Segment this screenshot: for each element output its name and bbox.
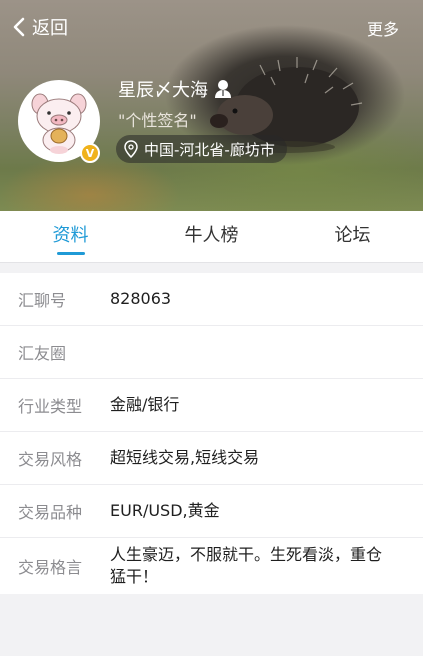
info-row-industry: 行业类型 金融/银行 xyxy=(0,379,423,432)
info-row-trade-style: 交易风格 超短线交易,短线交易 xyxy=(0,432,423,485)
info-label: 交易品种 xyxy=(18,503,83,522)
user-icon xyxy=(215,80,231,98)
more-button[interactable]: 更多 xyxy=(367,16,399,40)
location-text: 中国-河北省-廊坊市 xyxy=(144,140,275,159)
signature: "个性签名" xyxy=(118,111,197,130)
info-label: 汇友圈 xyxy=(18,344,67,363)
username-row: 星辰〆大海 xyxy=(118,76,232,102)
chevron-left-icon xyxy=(13,17,25,37)
tab-ranking[interactable]: 牛人榜 xyxy=(141,211,282,262)
info-row-friends-circle[interactable]: 汇友圈 xyxy=(0,326,423,379)
info-row-id: 汇聊号 828063 xyxy=(0,273,423,326)
username: 星辰〆大海 xyxy=(118,80,208,101)
info-value: 超短线交易,短线交易 xyxy=(110,448,260,467)
tab-bar: 资料 牛人榜 论坛 xyxy=(0,211,423,263)
profile-info-list: 汇聊号 828063 汇友圈 行业类型 金融/银行 交易风格 超短线交易,短线交… xyxy=(0,273,423,594)
info-label: 交易风格 xyxy=(18,450,83,469)
info-label: 交易格言 xyxy=(18,557,83,577)
tab-profile[interactable]: 资料 xyxy=(0,211,141,262)
location-pin-icon xyxy=(124,140,138,158)
info-value: 828063 xyxy=(110,289,172,308)
info-label: 汇聊号 xyxy=(18,291,67,310)
info-value: 人生豪迈，不服就干。生死看淡，重仓猛干！ xyxy=(110,544,383,586)
info-value: EUR/USD,黄金 xyxy=(110,501,220,520)
info-value: 金融/银行 xyxy=(110,395,180,414)
info-row-trade-instruments: 交易品种 EUR/USD,黄金 xyxy=(0,485,423,538)
profile-header: 返回 更多 V 星辰〆大海 "个性签名" 中国-河北省-廊坊市 xyxy=(0,0,423,211)
verified-badge: V xyxy=(80,143,100,163)
info-row-trade-motto: 交易格言 人生豪迈，不服就干。生死看淡，重仓猛干！ xyxy=(0,538,423,594)
tab-forum[interactable]: 论坛 xyxy=(282,211,423,262)
back-label: 返回 xyxy=(32,18,68,39)
back-button[interactable]: 返回 xyxy=(10,14,68,40)
info-label: 行业类型 xyxy=(18,397,83,416)
location-chip: 中国-河北省-廊坊市 xyxy=(116,135,287,163)
profile-page: 返回 更多 V 星辰〆大海 "个性签名" 中国-河北省-廊坊市 资料 牛人榜 论… xyxy=(0,0,423,656)
